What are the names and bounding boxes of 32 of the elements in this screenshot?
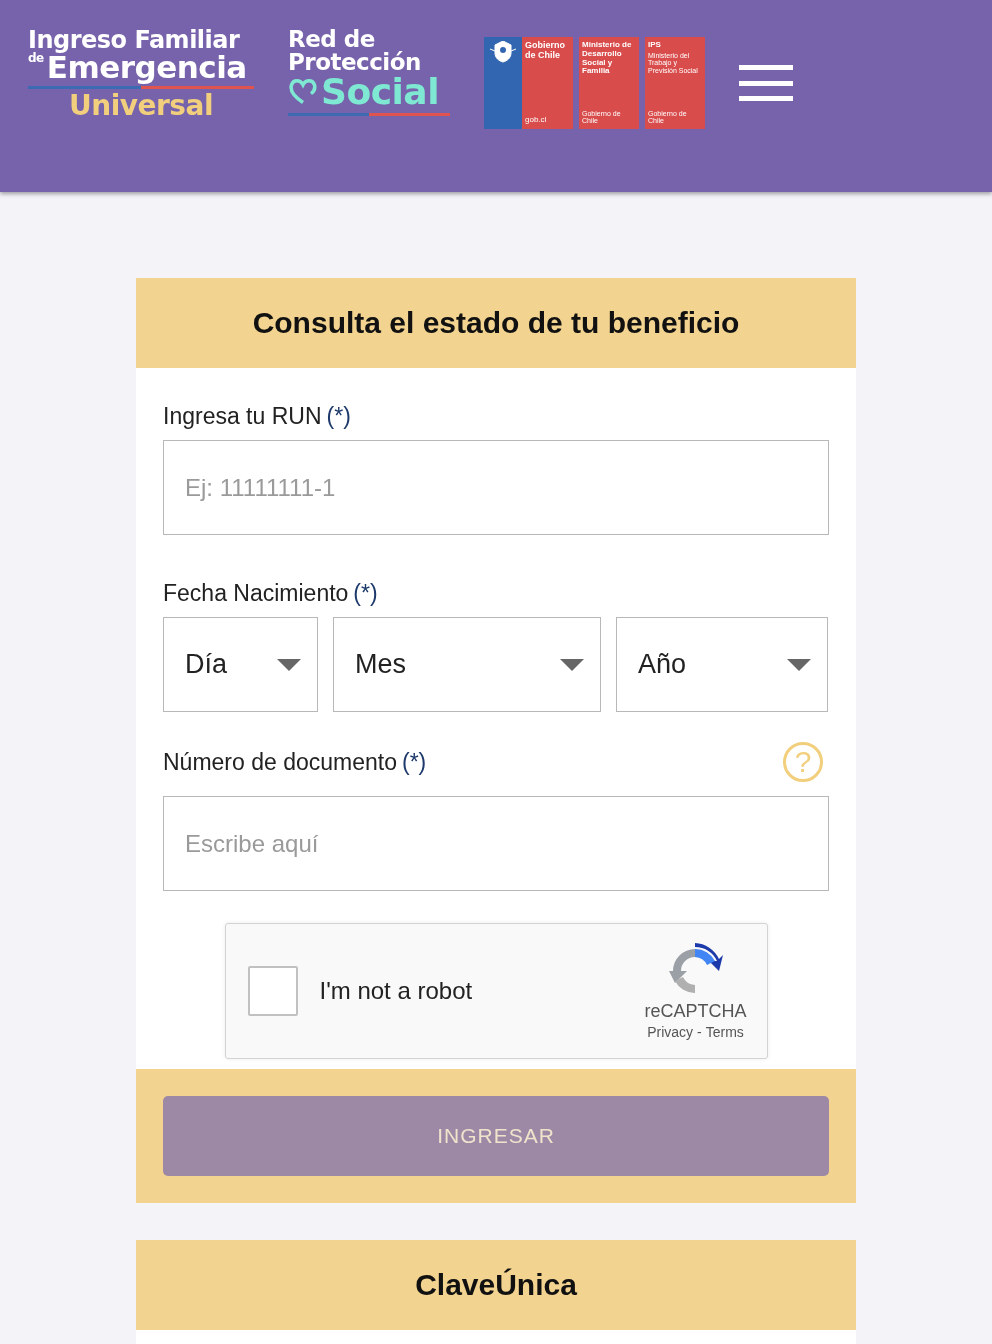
document-field[interactable]: Escribe aquí: [163, 796, 829, 891]
form-title: Consulta el estado de tu beneficio: [136, 278, 856, 368]
logo-text: Ingreso Familiar: [28, 28, 241, 52]
privacy-link[interactable]: Privacy: [647, 1023, 694, 1040]
captcha-brand: reCAPTCHA: [644, 1000, 747, 1022]
logo-text: Protección: [288, 51, 422, 74]
logo-text: Social: [321, 74, 439, 110]
separator-text: -: [697, 1023, 702, 1040]
logo-text: Gobierno de Chile: [525, 41, 566, 61]
logo-text: de: [28, 52, 44, 64]
field-label: Número de documento (*): [163, 748, 427, 776]
caret-icon: [560, 658, 584, 671]
coat-of-arms-icon: [489, 41, 517, 63]
menu-button[interactable]: [739, 65, 793, 101]
caret-icon: [787, 658, 811, 671]
logo-text: Ministerio de Desarrollo Social y Familia: [582, 41, 633, 77]
field-label: Fecha Nacimiento (*): [163, 579, 378, 607]
logo-text: Universal: [69, 92, 213, 120]
card-title: ClaveÚnica: [136, 1240, 856, 1330]
date-dropdown[interactable]: Día: [163, 617, 318, 712]
logo-text: Red de: [288, 28, 375, 51]
run-field[interactable]: Ej: 11111111-1: [163, 440, 829, 535]
logo-text: gob.cl: [525, 116, 548, 125]
logo-text: Emergencia: [46, 52, 247, 83]
caret-icon: [277, 658, 301, 671]
field-label: Ingresa tu RUN (*): [163, 402, 351, 430]
logo-text: IPS: [648, 41, 662, 50]
date-dropdown[interactable]: Mes: [333, 617, 601, 712]
terms-link[interactable]: Terms: [705, 1023, 744, 1040]
captcha-checkbox[interactable]: [247, 966, 298, 1016]
captcha-label: I'm not a robot: [319, 977, 474, 1005]
date-dropdown[interactable]: Año: [616, 617, 828, 712]
